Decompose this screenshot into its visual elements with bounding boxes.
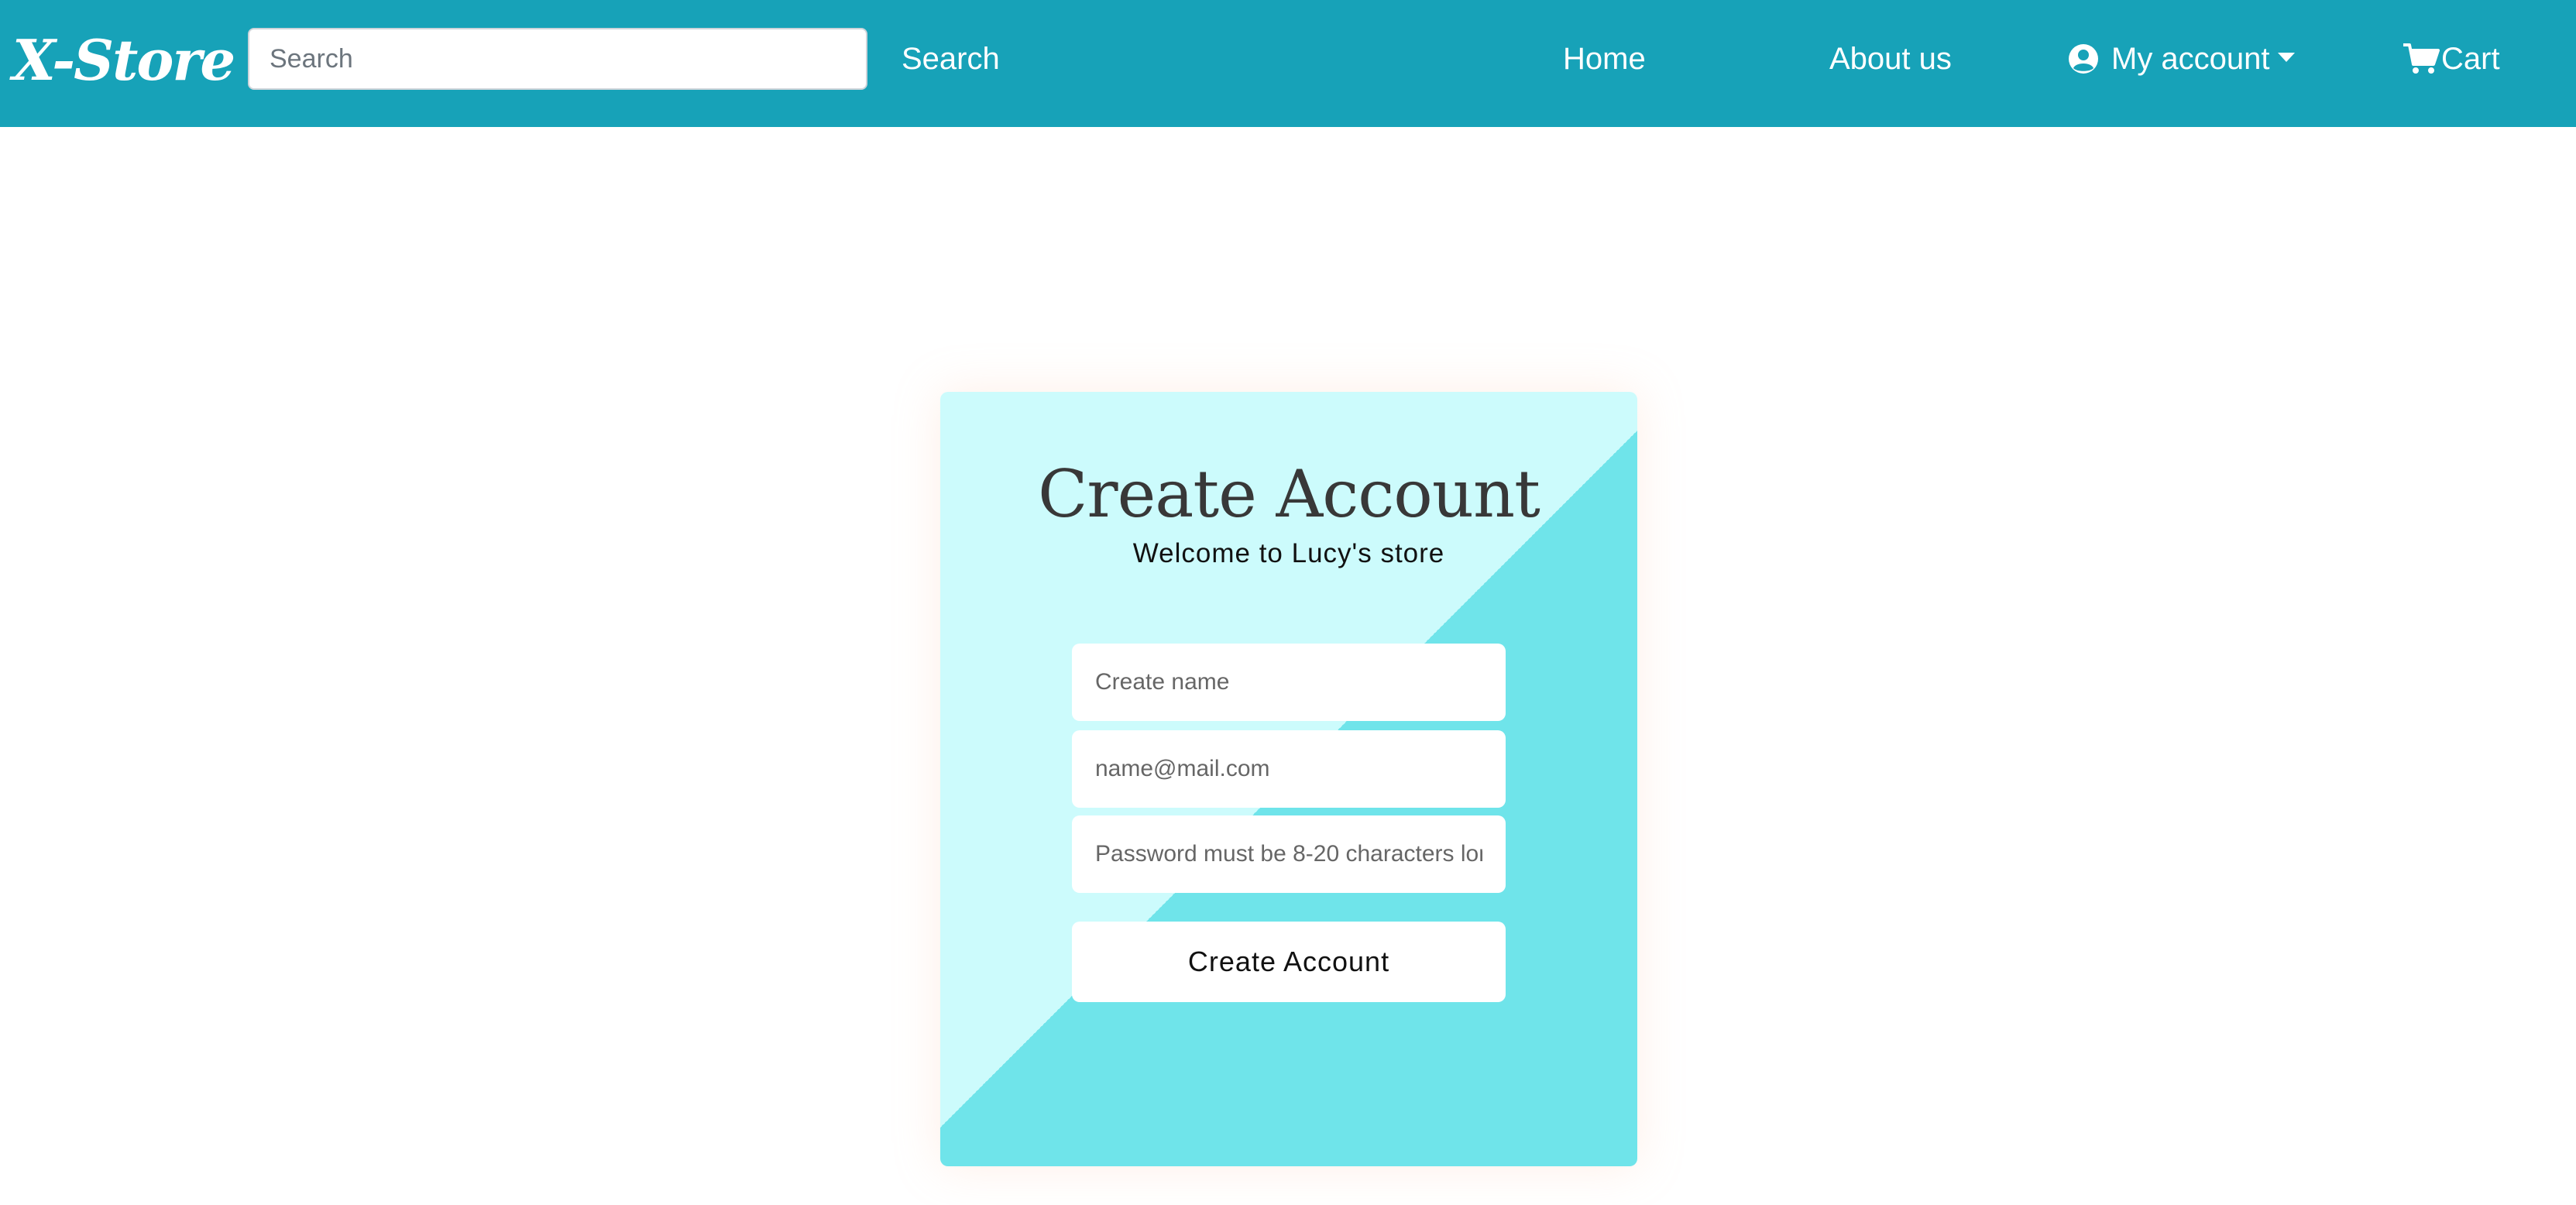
create-account-title: Create Account [1038, 456, 1540, 532]
email-input[interactable] [1072, 730, 1506, 808]
password-input[interactable] [1072, 815, 1506, 893]
top-navbar: X-Store Search Home About us My account … [0, 0, 2576, 127]
search-button[interactable]: Search [891, 28, 1011, 90]
brand-logo[interactable]: X-Store [12, 22, 235, 99]
nav-about-label: About us [1829, 42, 1952, 76]
create-account-button[interactable]: Create Account [1072, 922, 1506, 1002]
cart-link[interactable]: Cart [2403, 28, 2500, 90]
cart-label: Cart [2441, 42, 2500, 76]
nav-home-link[interactable]: Home [1563, 28, 1646, 90]
nav-home-label: Home [1563, 42, 1646, 76]
my-account-dropdown[interactable]: My account [2068, 28, 2295, 90]
my-account-label: My account [2111, 42, 2270, 76]
nav-about-link[interactable]: About us [1829, 28, 1952, 90]
create-account-card: Create Account Welcome to Lucy's store C… [940, 392, 1637, 1166]
name-input[interactable] [1072, 644, 1506, 721]
welcome-subtitle: Welcome to Lucy's store [1132, 538, 1445, 568]
shopping-cart-icon [2403, 43, 2440, 74]
caret-down-icon [2277, 53, 2295, 62]
user-circle-icon [2069, 44, 2098, 74]
search-input[interactable] [248, 28, 867, 90]
